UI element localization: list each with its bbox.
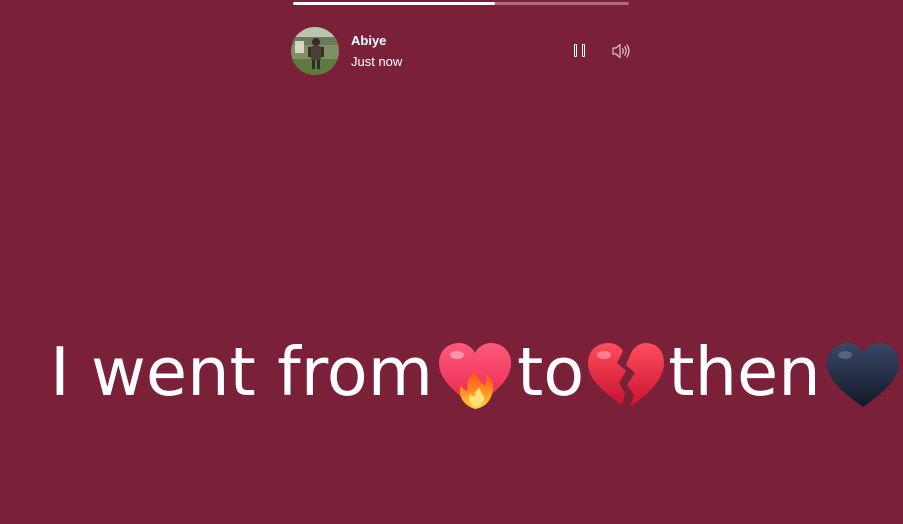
avatar[interactable] <box>291 27 339 75</box>
broken-heart-emoji <box>584 333 668 417</box>
story-text-part-3: then <box>668 333 821 411</box>
post-time: Just now <box>351 54 403 69</box>
story-viewer: Abiye Just now I went from to then <box>0 0 903 524</box>
story-progress-bar <box>293 2 629 5</box>
story-progress-fill <box>293 2 495 5</box>
story-text-part-1: I went from <box>50 333 434 411</box>
speaker-icon <box>612 43 630 59</box>
story-text: I went from to then <box>50 330 903 414</box>
pause-button[interactable] <box>568 38 594 64</box>
heart-on-fire-emoji <box>433 333 517 417</box>
black-heart-emoji <box>821 333 903 417</box>
story-text-part-2: to <box>517 333 585 411</box>
author-name[interactable]: Abiye <box>351 33 386 48</box>
volume-button[interactable] <box>609 40 633 62</box>
